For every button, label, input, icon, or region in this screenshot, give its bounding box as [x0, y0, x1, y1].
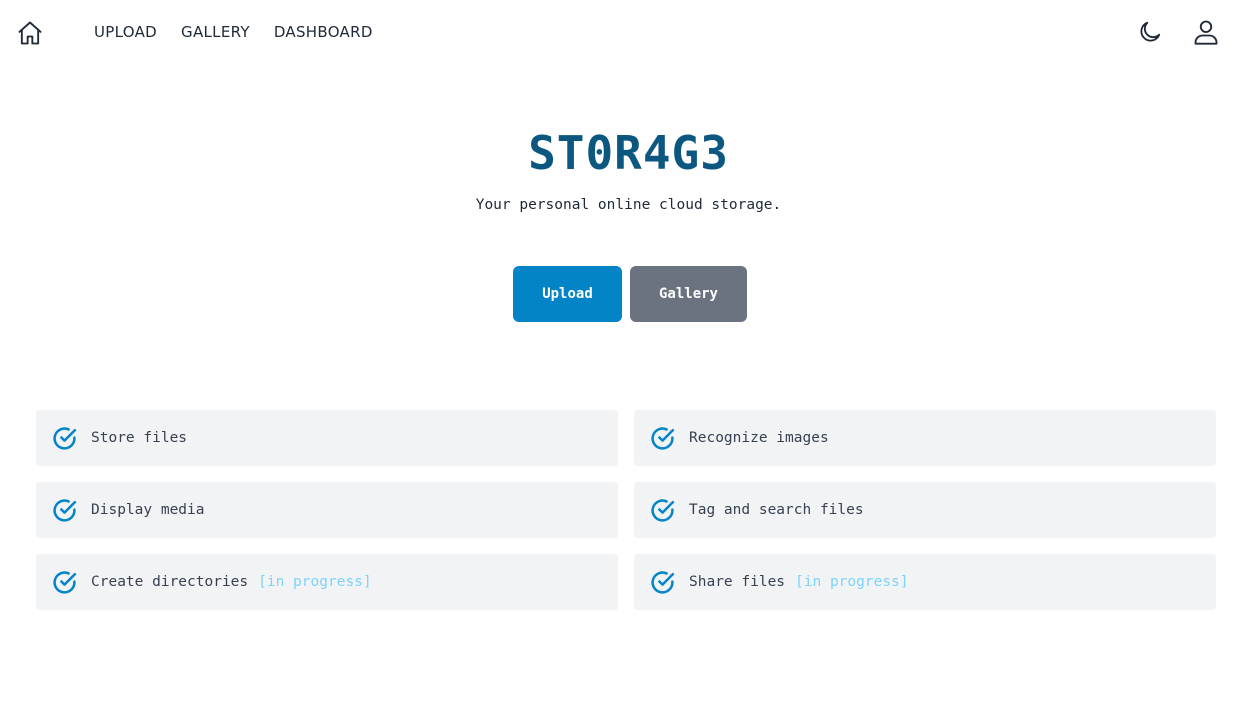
nav-links: UPLOAD GALLERY DASHBOARD: [94, 22, 373, 42]
hero-title: ST0R4G3: [528, 126, 729, 180]
check-circle-icon: [651, 570, 675, 594]
check-circle-icon: [53, 426, 77, 450]
feature-label: Store files: [91, 430, 188, 446]
user-icon[interactable]: [1192, 18, 1220, 46]
hero-subtitle: Your personal online cloud storage.: [475, 197, 782, 213]
feature-label: Recognize images: [689, 430, 829, 446]
check-circle-icon: [53, 498, 77, 522]
feature-list: Store files Recognize images Display med…: [36, 410, 1216, 610]
feature-item: Store files: [36, 410, 618, 466]
feature-status-note: [in progress]: [795, 574, 909, 590]
check-circle-icon: [651, 498, 675, 522]
home-icon[interactable]: [16, 19, 44, 47]
feature-item: Create directories [in progress]: [36, 554, 618, 610]
check-circle-icon: [53, 570, 77, 594]
feature-status-note: [in progress]: [258, 574, 372, 590]
feature-label: Display media: [91, 502, 205, 518]
feature-label: Share files: [689, 574, 786, 590]
gallery-button[interactable]: Gallery: [630, 266, 747, 322]
feature-label: Create directories: [91, 574, 249, 590]
feature-item: Display media: [36, 482, 618, 538]
feature-label: Tag and search files: [689, 502, 864, 518]
upload-button[interactable]: Upload: [513, 266, 622, 322]
navbar: UPLOAD GALLERY DASHBOARD: [0, 0, 1257, 64]
nav-link-gallery[interactable]: GALLERY: [181, 22, 250, 42]
feature-item: Share files [in progress]: [634, 554, 1216, 610]
check-circle-icon: [651, 426, 675, 450]
feature-item: Recognize images: [634, 410, 1216, 466]
nav-link-dashboard[interactable]: DASHBOARD: [274, 22, 373, 42]
nav-link-upload[interactable]: UPLOAD: [94, 22, 157, 42]
feature-item: Tag and search files: [634, 482, 1216, 538]
moon-icon[interactable]: [1137, 19, 1163, 45]
